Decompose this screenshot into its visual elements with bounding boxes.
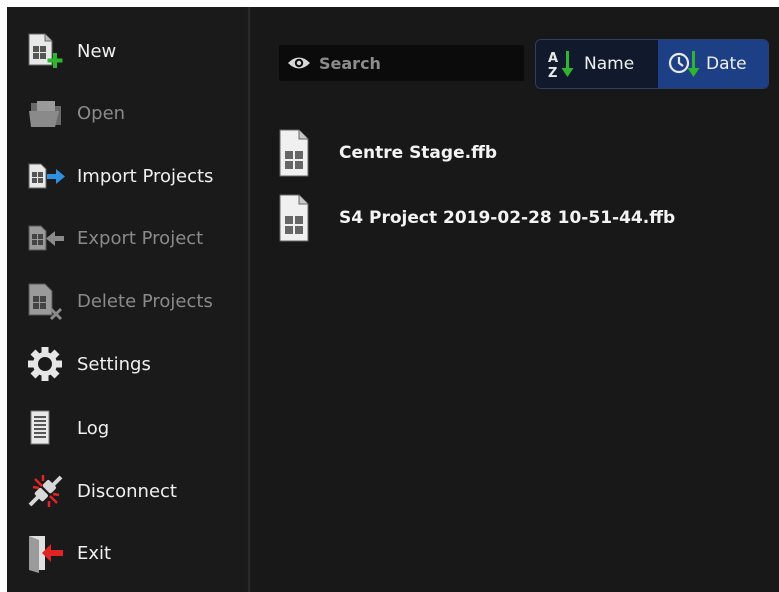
sidebar-item-label: New	[77, 40, 117, 62]
sidebar-item-label: Export Project	[77, 227, 204, 249]
sidebar-item-label: Delete Projects	[77, 290, 213, 312]
sidebar: New Open Import Projects Export Project …	[7, 7, 247, 592]
svg-text:A: A	[548, 51, 558, 66]
sidebar-item-label: Exit	[77, 542, 112, 564]
sidebar-item-log[interactable]: Log	[7, 404, 247, 452]
file-list-item[interactable]: S4 Project 2019-02-28 10-51-44.ffb	[279, 188, 769, 248]
file-name: S4 Project 2019-02-28 10-51-44.ffb	[339, 208, 676, 228]
sidebar-item-label: Disconnect	[77, 480, 177, 502]
open-folder-icon	[25, 93, 71, 133]
file-list-item[interactable]: Centre Stage.ffb	[279, 123, 769, 183]
sidebar-item-label: Settings	[77, 353, 151, 375]
sidebar-item-settings[interactable]: Settings	[7, 340, 247, 388]
log-document-icon	[25, 408, 71, 448]
sort-alpha-icon: A Z	[546, 48, 580, 81]
new-project-icon	[25, 31, 71, 71]
gear-icon	[25, 344, 71, 384]
sidebar-item-export-project[interactable]: Export Project	[7, 214, 247, 262]
file-name: Centre Stage.ffb	[339, 143, 498, 163]
exit-door-icon	[25, 533, 71, 573]
disconnect-plug-icon	[25, 471, 71, 511]
eye-icon	[287, 54, 311, 72]
svg-text:Z: Z	[548, 66, 557, 80]
delete-projects-icon	[25, 281, 71, 321]
sort-clock-icon	[668, 48, 702, 80]
sidebar-item-new[interactable]: New	[7, 27, 247, 75]
search-bar	[279, 45, 524, 81]
app-window: New Open Import Projects Export Project …	[7, 7, 779, 592]
project-browser: A Z Name Date	[251, 7, 779, 592]
project-file-icon	[279, 194, 309, 242]
sidebar-item-delete-projects[interactable]: Delete Projects	[7, 277, 247, 325]
sort-name-label: Name	[584, 54, 635, 74]
project-file-icon	[279, 129, 309, 177]
sidebar-item-import-projects[interactable]: Import Projects	[7, 152, 247, 200]
export-project-icon	[25, 218, 71, 258]
sort-by-name-button[interactable]: A Z Name	[536, 40, 658, 88]
sidebar-item-disconnect[interactable]: Disconnect	[7, 467, 247, 515]
sort-date-label: Date	[706, 54, 747, 74]
sidebar-item-label: Log	[77, 417, 110, 439]
sidebar-item-label: Open	[77, 102, 126, 124]
sidebar-item-open[interactable]: Open	[7, 89, 247, 137]
sidebar-item-label: Import Projects	[77, 165, 214, 187]
import-projects-icon	[25, 156, 71, 196]
sidebar-item-exit[interactable]: Exit	[7, 529, 247, 577]
sort-toggle: A Z Name Date	[535, 39, 769, 89]
sidebar-divider	[248, 7, 250, 592]
search-input[interactable]	[317, 52, 511, 74]
sort-by-date-button[interactable]: Date	[658, 40, 768, 88]
